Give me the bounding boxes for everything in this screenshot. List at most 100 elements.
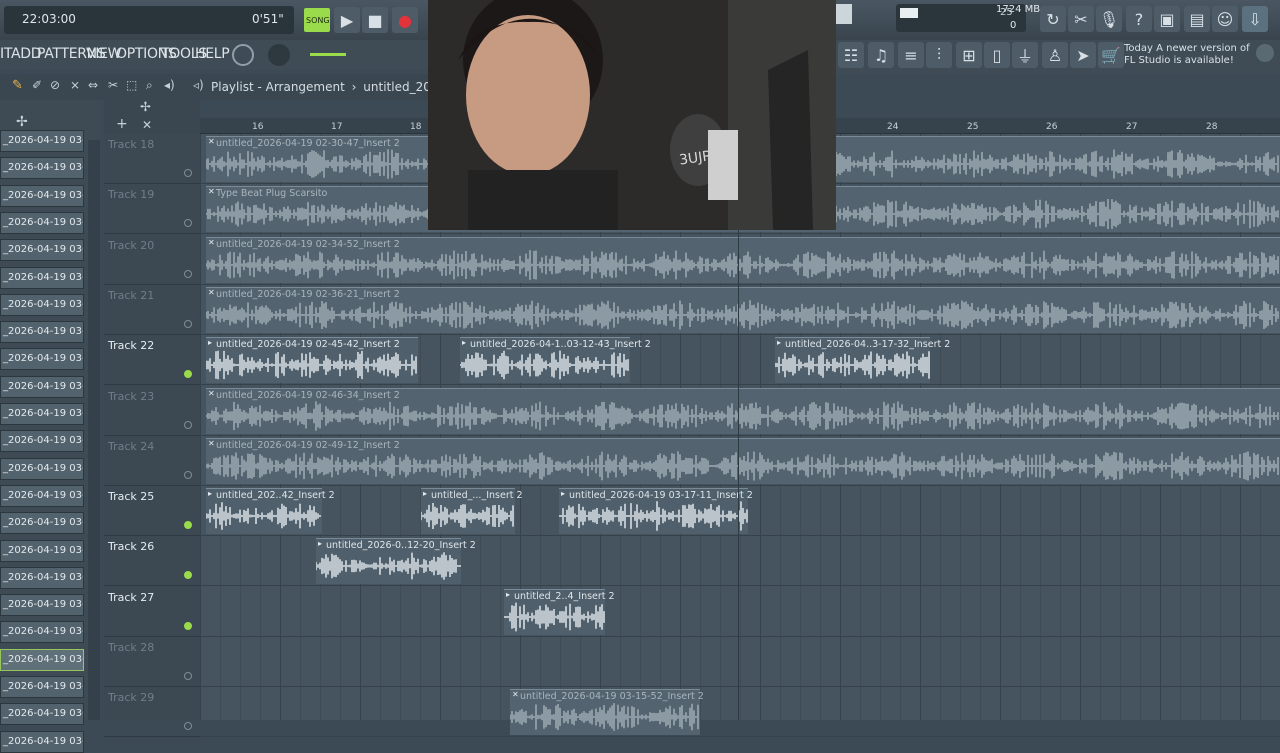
channel-item[interactable]: _2026-04-19 03-... (0, 594, 84, 617)
track-lane[interactable]: ✕ untitled_2026-04-19 03-15-52_Insert 2 (200, 687, 1280, 738)
main-pitch-knob[interactable] (268, 44, 290, 66)
track-lane[interactable]: ✕ untitled_2026-04-19 02-49-12_Insert 2 (200, 436, 1280, 486)
mic-button[interactable]: 🎙 (1096, 6, 1122, 32)
channel-item[interactable]: _2026-04-19 03-... (0, 375, 84, 398)
pencil-icon[interactable]: ✎ (12, 78, 23, 93)
track-lane[interactable]: ✕ untitled_2026-04-19 02-46-34_Insert 2 (200, 386, 1280, 436)
track-mute-toggle[interactable] (184, 722, 192, 731)
audio-clip[interactable]: ▸ untitled_202..42_Insert 2 (206, 488, 335, 535)
channel-item[interactable]: _2026-04-19 03-... (0, 157, 84, 180)
track-lane[interactable]: ▸ untitled_202..42_Insert 2 ▸ untitled_..._… (200, 486, 1280, 537)
channel-item[interactable]: _2026-04-19 03-... (0, 184, 84, 207)
paint-icon[interactable]: ✐ (32, 78, 42, 92)
track-header[interactable]: Track 24 (104, 436, 200, 486)
channel-item[interactable]: _2026-04-19 03-... (0, 676, 84, 698)
track-mute-toggle[interactable] (184, 169, 192, 177)
audio-clip[interactable]: ▸ untitled_..._Insert 2 (421, 488, 523, 535)
channel-item[interactable]: _2026-04-19 03-... (0, 430, 84, 453)
speaker-button[interactable]: ➤ (1070, 42, 1096, 68)
track-header[interactable]: Track 23 (104, 386, 200, 436)
track-mute-toggle[interactable] (184, 269, 192, 278)
add-track-icon[interactable]: + (116, 116, 128, 132)
track-header[interactable]: Track 25 (104, 486, 200, 537)
audio-clip[interactable]: ✕ untitled_2026-04-19 02-46-34_Insert 2 (206, 387, 1280, 434)
channel-item[interactable]: _2026-04-19 03-... (0, 348, 84, 371)
channel-item[interactable]: _2026-04-19 03-... (0, 293, 84, 316)
channel-item[interactable]: _2026-04-19 03-... (0, 730, 84, 753)
channel-scrollbar[interactable] (88, 140, 100, 720)
channel-item[interactable]: _2026-04-19 03-... (0, 539, 84, 562)
audio-clip[interactable]: ✕ untitled_2026-04-19 02-36-21_Insert 2 (206, 286, 1280, 333)
mute-icon[interactable]: ⨯ (70, 78, 80, 92)
track-mute-toggle[interactable] (184, 571, 192, 580)
main-volume-knob[interactable] (232, 44, 254, 66)
tempo-tap-button[interactable]: ♙ (1042, 42, 1068, 68)
track-header[interactable]: Track 21 (104, 285, 200, 335)
piano-roll-button[interactable]: ♫ (868, 42, 894, 68)
record-button[interactable]: ● (392, 7, 418, 33)
track-mute-toggle[interactable] (184, 621, 192, 630)
zoom-icon[interactable]: ⌕ (146, 78, 153, 93)
remove-track-icon[interactable]: ✕ (142, 118, 152, 132)
track-header[interactable]: Track 22 (104, 335, 200, 386)
track-header[interactable]: Track 19 (104, 184, 200, 235)
audio-clip[interactable]: ✕ untitled_2026-04-19 03-15-52_Insert 2 (510, 689, 704, 736)
track-lane[interactable]: ▸ untitled_2..4_Insert 2 (200, 587, 1280, 637)
channel-item[interactable]: _2026-04-19 03-... (0, 130, 84, 152)
files-button[interactable]: ▯ (984, 42, 1010, 68)
channel-item[interactable]: _2026-04-19 03-... (0, 321, 84, 344)
channel-item[interactable]: _2026-04-19 03-... (0, 484, 84, 507)
save-button[interactable]: ▣ (1154, 6, 1180, 32)
delete-icon[interactable]: ⊘ (50, 78, 60, 92)
track-lane[interactable]: ▸ untitled_2026-0..12-20_Insert 2 (200, 536, 1280, 587)
channel-item[interactable]: _2026-04-19 03-... (0, 211, 84, 234)
track-mute-toggle[interactable] (184, 219, 192, 228)
track-mute-toggle[interactable] (184, 420, 192, 429)
track-header[interactable]: Track 27 (104, 587, 200, 637)
stop-button[interactable]: ■ (362, 7, 388, 33)
cut-button[interactable]: ✂ (1068, 6, 1094, 32)
track-lane[interactable]: ✕ untitled_2026-04-19 02-36-21_Insert 2 (200, 285, 1280, 335)
playback-icon[interactable]: ◂) (164, 78, 175, 92)
audio-clip[interactable]: ▸ untitled_2026-04..3-17-32_Insert 2 (775, 337, 950, 384)
track-mute-toggle[interactable] (184, 521, 192, 530)
audio-clip[interactable]: ✕ untitled_2026-04-19 02-49-12_Insert 2 (206, 437, 1280, 484)
track-lane[interactable]: ✕ untitled_2026-04-19 02-34-52_Insert 2 (200, 235, 1280, 285)
save-as-button[interactable]: ▤ (1184, 6, 1210, 32)
shop-button[interactable]: 🛒 (1098, 42, 1124, 68)
audio-clip[interactable]: ▸ untitled_2026-04-1..03-12-43_Insert 2 (460, 337, 651, 384)
channel-item[interactable]: _2026-04-19 03-... (0, 403, 84, 425)
channel-item[interactable]: _2026-04-19 03-... (0, 457, 84, 480)
track-header[interactable]: Track 20 (104, 235, 200, 285)
audio-clip[interactable]: ▸ untitled_2026-04-19 02-45-42_Insert 2 (206, 337, 418, 384)
mixer-button[interactable]: ⫶ (926, 42, 952, 68)
audio-clip[interactable]: ▸ untitled_2..4_Insert 2 (504, 588, 615, 635)
channel-item[interactable]: _2026-04-19 03-... (0, 239, 84, 262)
news-line-2[interactable]: FL Studio is available! (1124, 55, 1234, 66)
channel-item[interactable]: _2026-04-19 03-... (0, 566, 84, 589)
channel-item[interactable]: _2026-04-19 03-... (0, 621, 84, 644)
channel-item[interactable]: _2026-04-19 03-... (0, 703, 84, 726)
settings-icon[interactable] (1256, 44, 1274, 62)
track-header[interactable]: Track 26 (104, 536, 200, 587)
download-button[interactable]: ⇩ (1242, 6, 1268, 32)
channel-item[interactable]: _2026-04-19 03-... (0, 266, 84, 289)
browser-button[interactable]: ⊞ (956, 42, 982, 68)
select-icon[interactable]: ⬚ (126, 78, 137, 92)
time-display[interactable]: 22:03:00 0'51" (4, 6, 294, 34)
track-mute-toggle[interactable] (184, 370, 192, 379)
audio-clip[interactable]: ✕ untitled_2026-04-19 02-34-52_Insert 2 (206, 236, 1280, 283)
audio-clip[interactable]: ▸ untitled_2026-04-19 03-17-11_Insert 2 (559, 488, 753, 535)
pattern-selector[interactable] (836, 4, 852, 24)
playlist-button[interactable]: ☷ (838, 42, 864, 68)
menu-help[interactable]: HELP (195, 46, 230, 62)
channel-item[interactable]: _2026-04-19 03-... (0, 648, 84, 671)
track-mute-toggle[interactable] (184, 319, 192, 328)
track-mute-toggle[interactable] (184, 672, 192, 680)
help-button[interactable]: ? (1126, 6, 1152, 32)
channel-rack-button[interactable]: ≡ (898, 42, 924, 68)
undo-button[interactable]: ↻ (1040, 6, 1066, 32)
slip-icon[interactable]: ⇔ (88, 78, 98, 92)
snap-tool-icon[interactable]: ✢ (140, 100, 151, 115)
channel-item[interactable]: _2026-04-19 03-... (0, 512, 84, 535)
